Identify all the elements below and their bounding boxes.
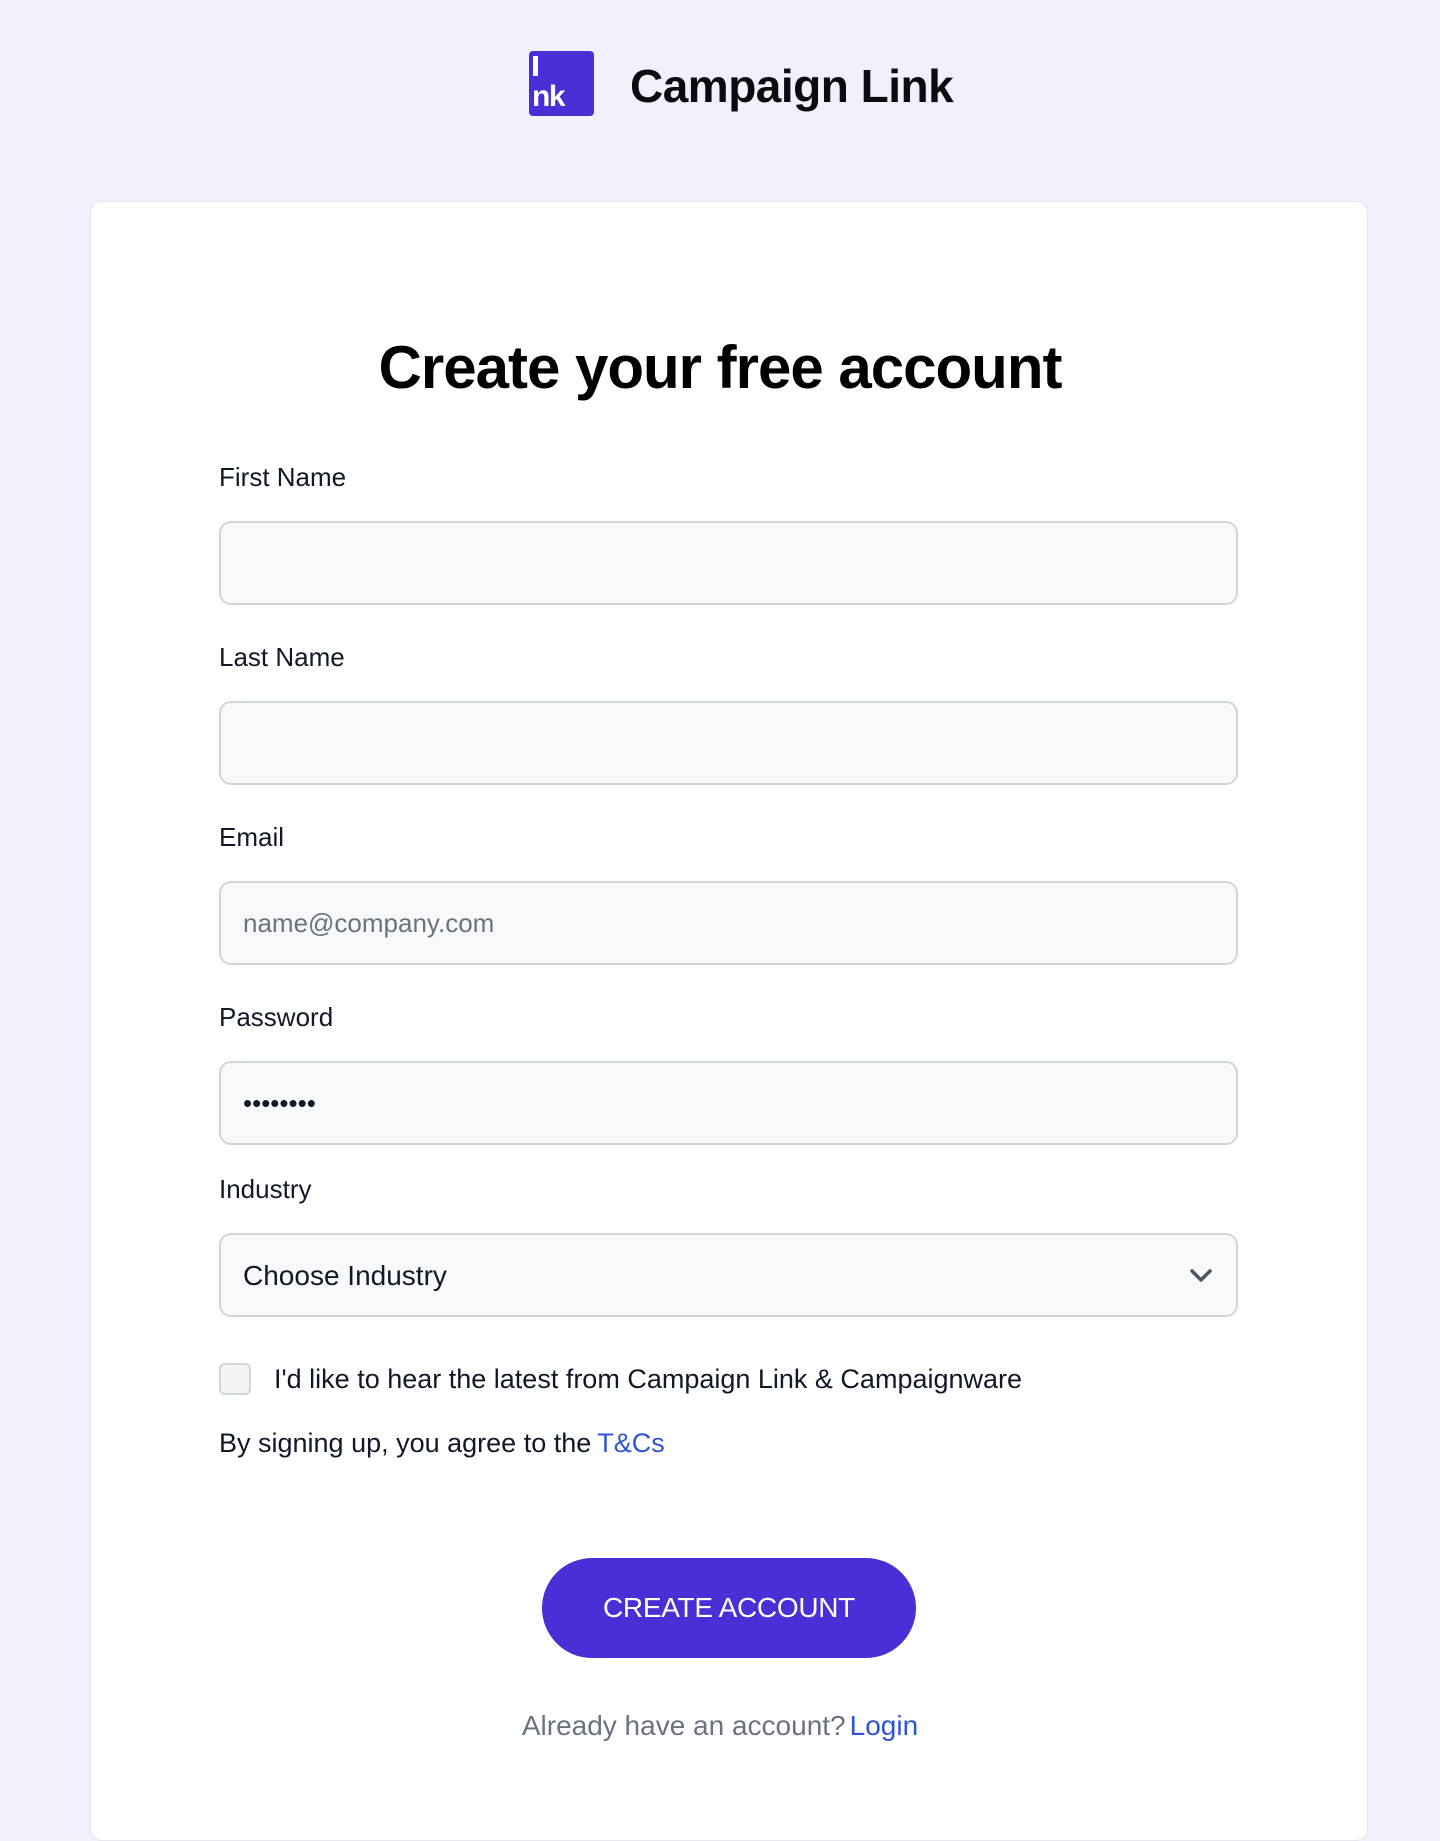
industry-select-value: Choose Industry bbox=[243, 1260, 447, 1291]
login-prompt-text: Already have an account? bbox=[521, 1710, 846, 1741]
industry-select[interactable]: Choose Industry bbox=[219, 1233, 1238, 1317]
login-prompt: Already have an account? Login bbox=[0, 1710, 1440, 1742]
first-name-label: First Name bbox=[219, 462, 347, 492]
last-name-input[interactable] bbox=[219, 701, 1238, 785]
chevron-down-icon bbox=[1190, 1269, 1212, 1282]
newsletter-checkbox[interactable] bbox=[219, 1363, 251, 1395]
first-name-input[interactable] bbox=[219, 521, 1238, 605]
terms-link[interactable]: T&Cs bbox=[597, 1428, 665, 1458]
header: nk Campaign Link bbox=[0, 0, 1440, 170]
last-name-label: Last Name bbox=[219, 642, 345, 672]
terms-text: By signing up, you agree to the T&Cs bbox=[219, 1427, 665, 1459]
logo-text: nk bbox=[532, 80, 566, 113]
password-input[interactable] bbox=[219, 1061, 1238, 1145]
newsletter-checkbox-label[interactable]: I'd like to hear the latest from Campaig… bbox=[274, 1363, 1022, 1395]
terms-prefix: By signing up, you agree to the bbox=[219, 1428, 592, 1458]
brand-name: Campaign Link bbox=[630, 60, 954, 112]
email-input[interactable] bbox=[219, 881, 1238, 965]
logo-bar-mark bbox=[533, 56, 538, 76]
password-label: Password bbox=[219, 1002, 334, 1032]
create-account-button[interactable]: CREATE ACCOUNT bbox=[542, 1558, 916, 1658]
email-label: Email bbox=[219, 822, 285, 852]
brand-logo[interactable]: nk bbox=[529, 51, 594, 116]
page-title: Create your free account bbox=[378, 334, 1063, 401]
login-link[interactable]: Login bbox=[850, 1710, 919, 1741]
industry-label: Industry bbox=[219, 1174, 312, 1204]
